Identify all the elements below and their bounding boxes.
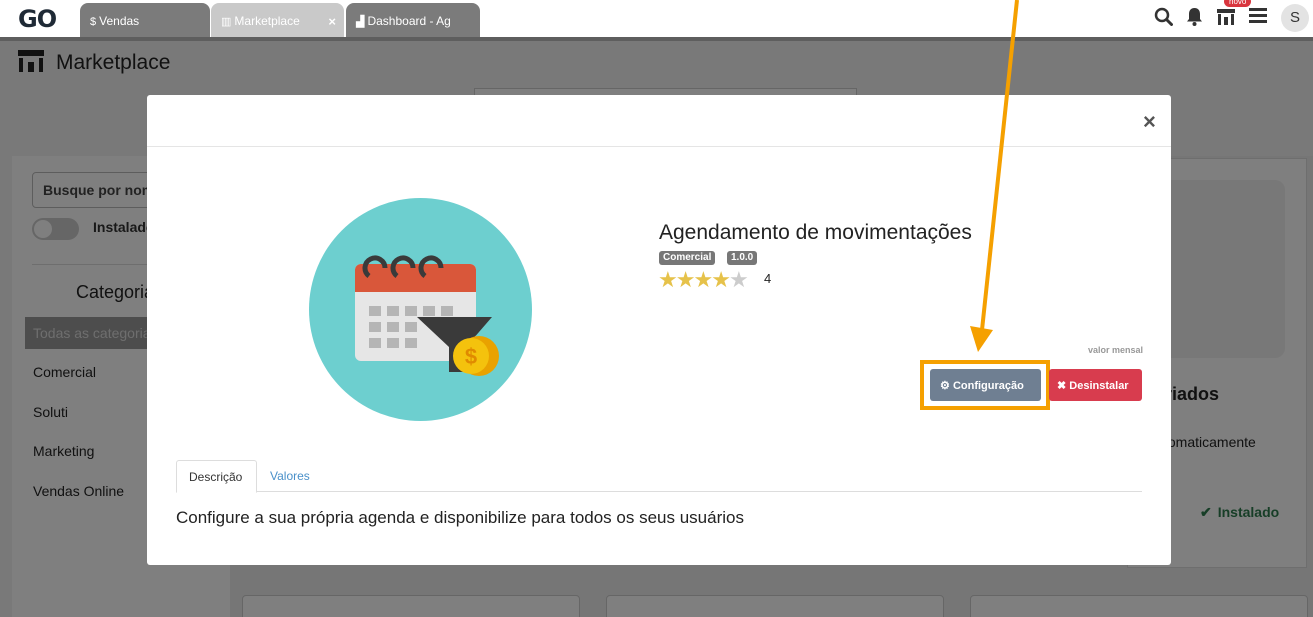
modal-header-divider — [147, 146, 1171, 147]
configuration-button-label: Configuração — [952, 380, 1024, 392]
store-icon: ▥ — [221, 16, 232, 28]
close-icon: ✖ — [1057, 380, 1067, 392]
uninstall-button-label: Desinstalar — [1069, 380, 1129, 392]
uninstall-button[interactable]: ✖ Desinstalar — [1049, 369, 1142, 401]
tabs-divider — [257, 491, 1142, 492]
configuration-button[interactable]: ⚙ Configuração — [930, 369, 1041, 401]
tab-marketplace[interactable]: ▥ Marketplace × — [211, 3, 344, 37]
bell-icon[interactable] — [1186, 7, 1203, 31]
app-detail-modal — [147, 95, 1171, 565]
app-logo[interactable]: GO — [18, 5, 57, 33]
rating-stars: ★★★★★ — [658, 267, 749, 293]
svg-text:$: $ — [465, 344, 477, 369]
rating-count: 4 — [764, 271, 772, 286]
app-description: Configure a sua própria agenda e disponi… — [176, 508, 744, 527]
menu-icon[interactable] — [1249, 7, 1267, 28]
logo-text: GO — [18, 5, 57, 33]
tab-valores[interactable]: Valores — [270, 469, 310, 483]
tab-vendas[interactable]: $ Vendas — [80, 3, 210, 37]
chart-icon: ▟ — [356, 16, 365, 28]
star-icon: ★ — [675, 267, 696, 292]
tab-label: Marketplace — [234, 14, 300, 28]
star-icon: ★ — [693, 267, 713, 292]
star-icon: ★ — [658, 267, 678, 292]
tab-descricao[interactable]: Descrição — [176, 460, 257, 493]
star-empty-icon: ★ — [728, 267, 749, 292]
version-tag: 1.0.0 — [727, 251, 758, 265]
tab-dashboard[interactable]: ▟ Dashboard - Ag — [346, 3, 480, 37]
dollar-icon: $ — [90, 16, 97, 28]
search-icon[interactable] — [1154, 7, 1173, 31]
category-tag: Comercial — [659, 251, 716, 265]
avatar[interactable]: S — [1281, 4, 1309, 32]
price-label: valor mensal — [1088, 345, 1144, 355]
modal-close-icon[interactable]: × — [1143, 109, 1156, 135]
store-icon[interactable] — [1216, 7, 1236, 31]
app-title: Agendamento de movimentações — [659, 221, 972, 244]
new-badge: novo — [1224, 0, 1252, 7]
calendar-funnel-icon: $ — [309, 198, 532, 421]
tab-label: Dashboard - Ag — [367, 14, 451, 28]
tab-close-icon[interactable]: × — [328, 14, 336, 29]
star-icon: ★ — [711, 267, 731, 292]
gear-icon: ⚙ — [940, 380, 950, 392]
tab-label: Vendas — [99, 14, 140, 28]
